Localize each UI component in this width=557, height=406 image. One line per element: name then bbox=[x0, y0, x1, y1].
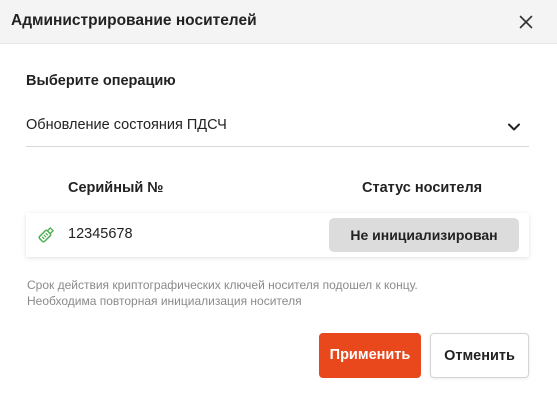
operation-label: Выберите операцию bbox=[26, 73, 176, 89]
operation-select[interactable]: Обновление состояния ПДСЧ bbox=[26, 107, 529, 147]
dialog-title: Администрирование носителей bbox=[11, 12, 257, 29]
column-header-serial: Серийный № bbox=[68, 180, 164, 196]
column-header-status: Статус носителя bbox=[362, 180, 483, 196]
hint-line-2: Необходима повторная инициализация носит… bbox=[27, 294, 302, 308]
media-admin-dialog: Администрирование носителей Выберите опе… bbox=[0, 0, 557, 406]
cancel-button[interactable]: Отменить bbox=[430, 333, 529, 378]
status-badge: Не инициализирован bbox=[329, 218, 519, 252]
operation-selected-value: Обновление состояния ПДСЧ bbox=[26, 117, 227, 133]
usb-token-icon bbox=[36, 225, 56, 245]
dialog-header: Администрирование носителей bbox=[0, 0, 557, 44]
apply-button[interactable]: Применить bbox=[319, 333, 421, 378]
serial-number: 12345678 bbox=[68, 226, 133, 242]
close-button[interactable] bbox=[516, 12, 536, 32]
hint-line-1: Срок действия криптографических ключей н… bbox=[27, 278, 418, 292]
table-row[interactable]: 12345678 Не инициализирован bbox=[26, 213, 529, 257]
hint-text: Срок действия криптографических ключей н… bbox=[27, 277, 527, 309]
close-icon bbox=[519, 15, 533, 29]
chevron-down-icon bbox=[506, 119, 522, 135]
